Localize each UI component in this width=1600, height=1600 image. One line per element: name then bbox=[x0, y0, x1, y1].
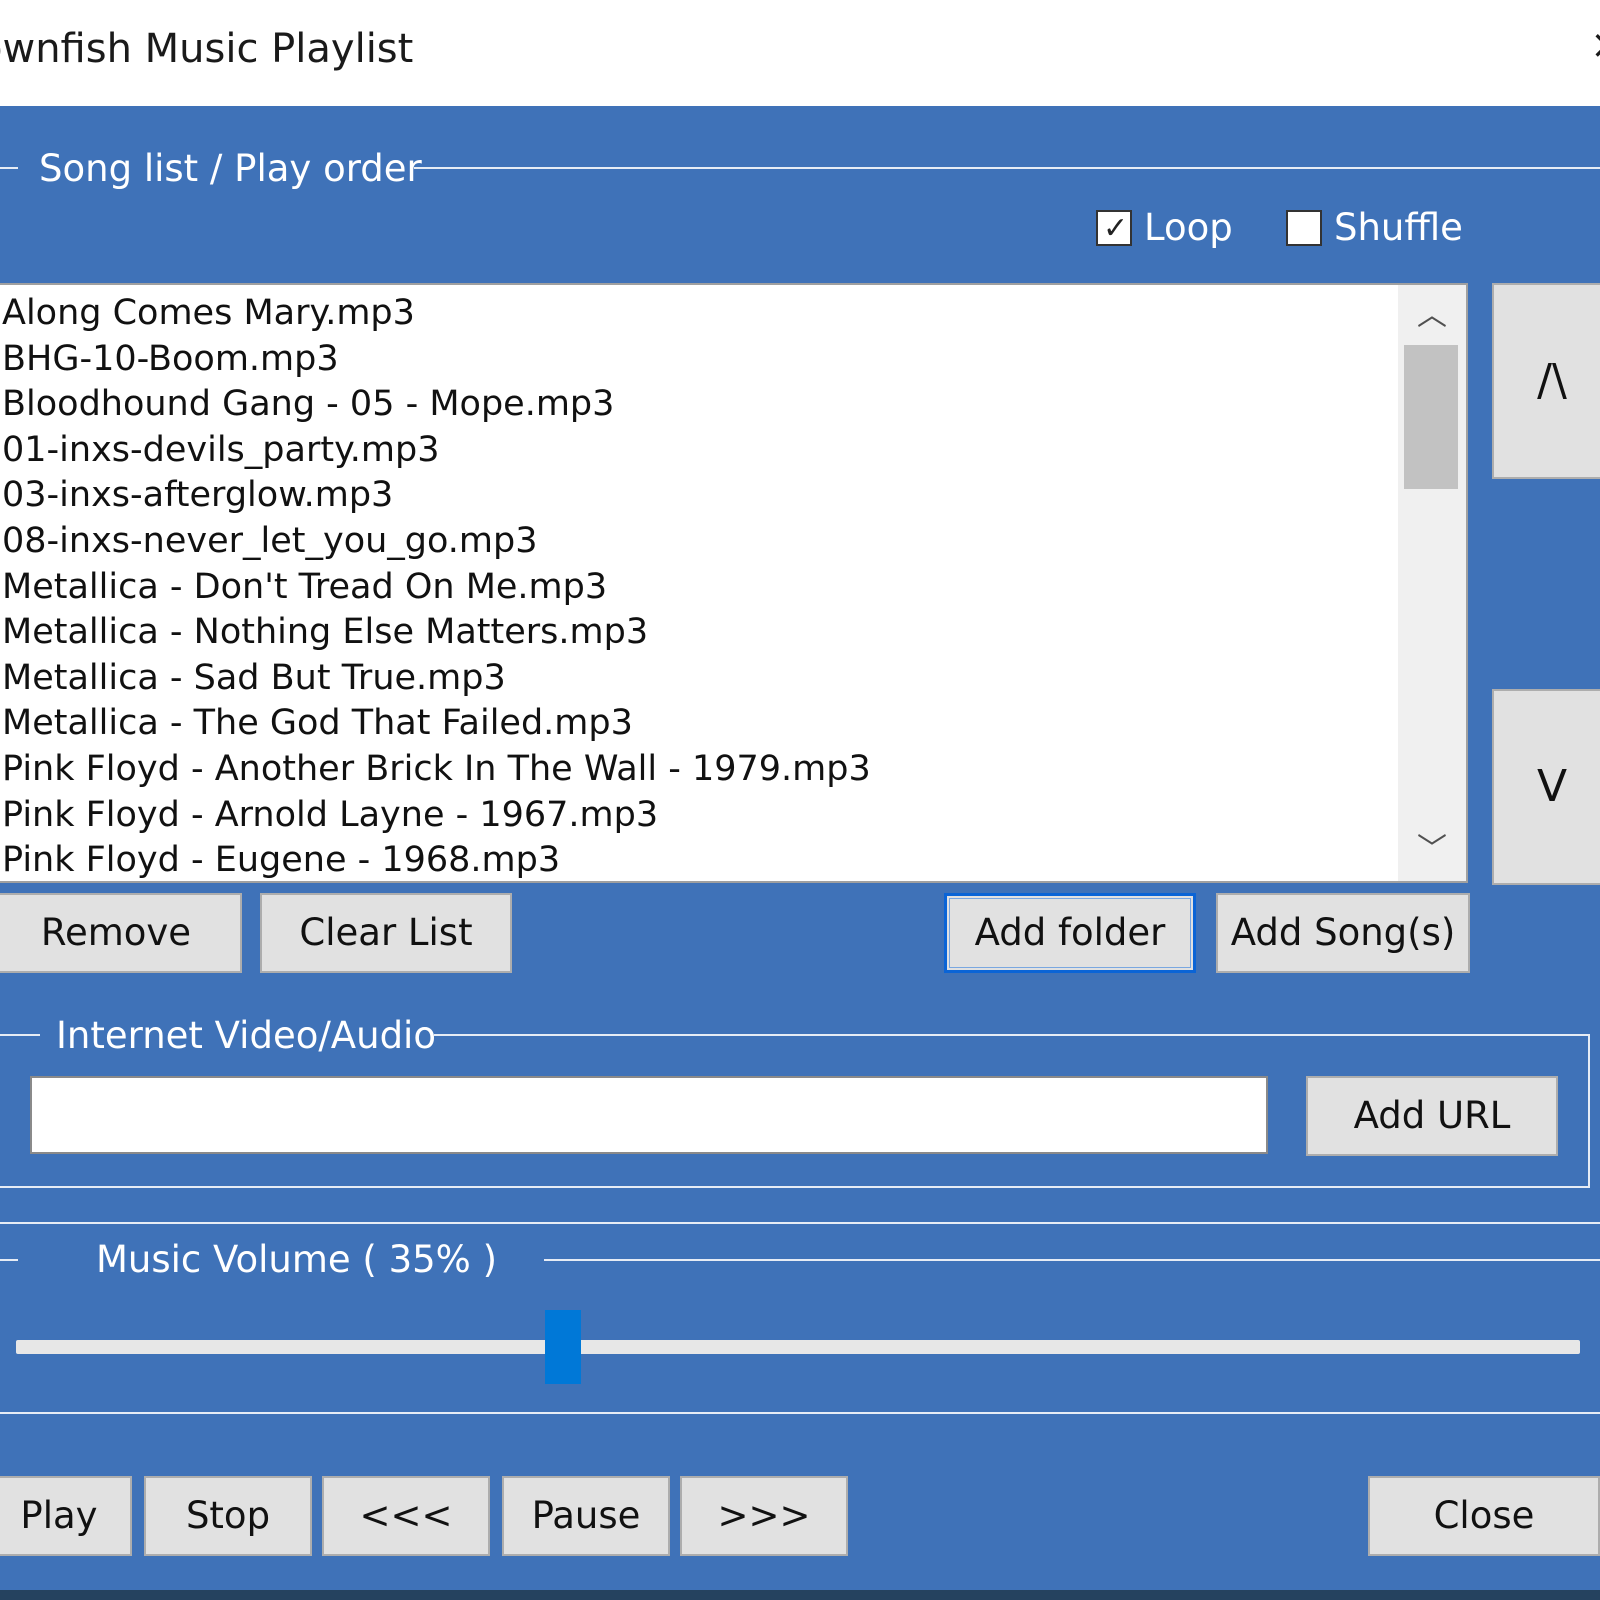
song-list-item[interactable]: Pink Floyd - Another Brick In The Wall -… bbox=[2, 747, 871, 793]
taskbar-strip bbox=[0, 1590, 1600, 1600]
song-list-item[interactable]: 03-inxs-afterglow.mp3 bbox=[2, 473, 871, 519]
previous-button[interactable]: <<< bbox=[322, 1476, 490, 1556]
stop-button[interactable]: Stop bbox=[144, 1476, 312, 1556]
volume-separator-bottom bbox=[0, 1412, 1600, 1414]
internet-group-border-top bbox=[434, 1034, 1590, 1036]
internet-group-border-bottom bbox=[0, 1186, 1590, 1188]
volume-group-border-right bbox=[544, 1259, 1600, 1261]
next-button[interactable]: >>> bbox=[680, 1476, 848, 1556]
song-group-border-right bbox=[414, 167, 1600, 169]
song-list-item[interactable]: Metallica - Nothing Else Matters.mp3 bbox=[2, 610, 871, 656]
song-list-item[interactable]: Metallica - The God That Failed.mp3 bbox=[2, 701, 871, 747]
move-up-button[interactable]: /\ bbox=[1492, 283, 1600, 479]
close-button[interactable]: Close bbox=[1368, 1476, 1600, 1556]
internet-group-label: Internet Video/Audio bbox=[56, 1014, 436, 1057]
scroll-thumb[interactable] bbox=[1404, 345, 1458, 489]
song-list-item[interactable]: Pink Floyd - Arnold Layne - 1967.mp3 bbox=[2, 793, 871, 839]
volume-slider-thumb[interactable] bbox=[545, 1310, 582, 1384]
song-list-item[interactable]: Metallica - Don't Tread On Me.mp3 bbox=[2, 565, 871, 611]
add-url-button[interactable]: Add URL bbox=[1306, 1076, 1558, 1156]
clear-list-button[interactable]: Clear List bbox=[260, 893, 512, 973]
song-list-item[interactable]: Bloodhound Gang - 05 - Mope.mp3 bbox=[2, 382, 871, 428]
song-list-item[interactable]: Along Comes Mary.mp3 bbox=[2, 291, 871, 337]
internet-group-border-left bbox=[0, 1034, 40, 1036]
checkmark-icon: ✓ bbox=[1103, 211, 1129, 246]
shuffle-label[interactable]: Shuffle bbox=[1334, 206, 1463, 249]
internet-group-border-side bbox=[1588, 1034, 1590, 1188]
title-bar: ownfish Music Playlist × bbox=[0, 0, 1600, 106]
loop-label[interactable]: Loop bbox=[1144, 206, 1233, 249]
song-list-item[interactable]: Pink Floyd - Eugene - 1968.mp3 bbox=[2, 838, 871, 881]
add-folder-button[interactable]: Add folder bbox=[944, 893, 1196, 973]
volume-group-border-left bbox=[0, 1259, 18, 1261]
volume-group-label: Music Volume ( 35% ) bbox=[96, 1238, 498, 1281]
url-input[interactable] bbox=[30, 1076, 1268, 1154]
remove-button[interactable]: Remove bbox=[0, 893, 242, 973]
loop-checkbox[interactable]: ✓ bbox=[1096, 210, 1132, 246]
song-list-item[interactable]: Metallica - Sad But True.mp3 bbox=[2, 656, 871, 702]
volume-slider-track[interactable] bbox=[16, 1340, 1580, 1354]
song-list-item[interactable]: BHG-10-Boom.mp3 bbox=[2, 337, 871, 383]
song-list-scrollbar[interactable]: ︿ ﹀ bbox=[1398, 285, 1466, 881]
song-group-label: Song list / Play order bbox=[39, 147, 422, 190]
move-down-button[interactable]: V bbox=[1492, 689, 1600, 885]
volume-separator-top bbox=[0, 1222, 1600, 1224]
add-songs-button[interactable]: Add Song(s) bbox=[1216, 893, 1470, 973]
window-title: ownfish Music Playlist bbox=[0, 26, 414, 72]
song-list-item[interactable]: 08-inxs-never_let_you_go.mp3 bbox=[2, 519, 871, 565]
scroll-up-icon[interactable]: ︿ bbox=[1398, 287, 1466, 345]
pause-button[interactable]: Pause bbox=[502, 1476, 670, 1556]
song-listbox[interactable]: Along Comes Mary.mp3 BHG-10-Boom.mp3 Blood… bbox=[0, 283, 1468, 883]
song-group-border-left bbox=[0, 167, 18, 169]
song-list: Along Comes Mary.mp3 BHG-10-Boom.mp3 Blood… bbox=[2, 291, 871, 881]
shuffle-checkbox[interactable] bbox=[1286, 210, 1322, 246]
play-button[interactable]: Play bbox=[0, 1476, 132, 1556]
scroll-down-icon[interactable]: ﹀ bbox=[1398, 821, 1466, 879]
song-list-item[interactable]: 01-inxs-devils_party.mp3 bbox=[2, 428, 871, 474]
playlist-window: ownfish Music Playlist × Song list / Pla… bbox=[0, 0, 1600, 1600]
close-window-icon[interactable]: × bbox=[1590, 22, 1600, 68]
